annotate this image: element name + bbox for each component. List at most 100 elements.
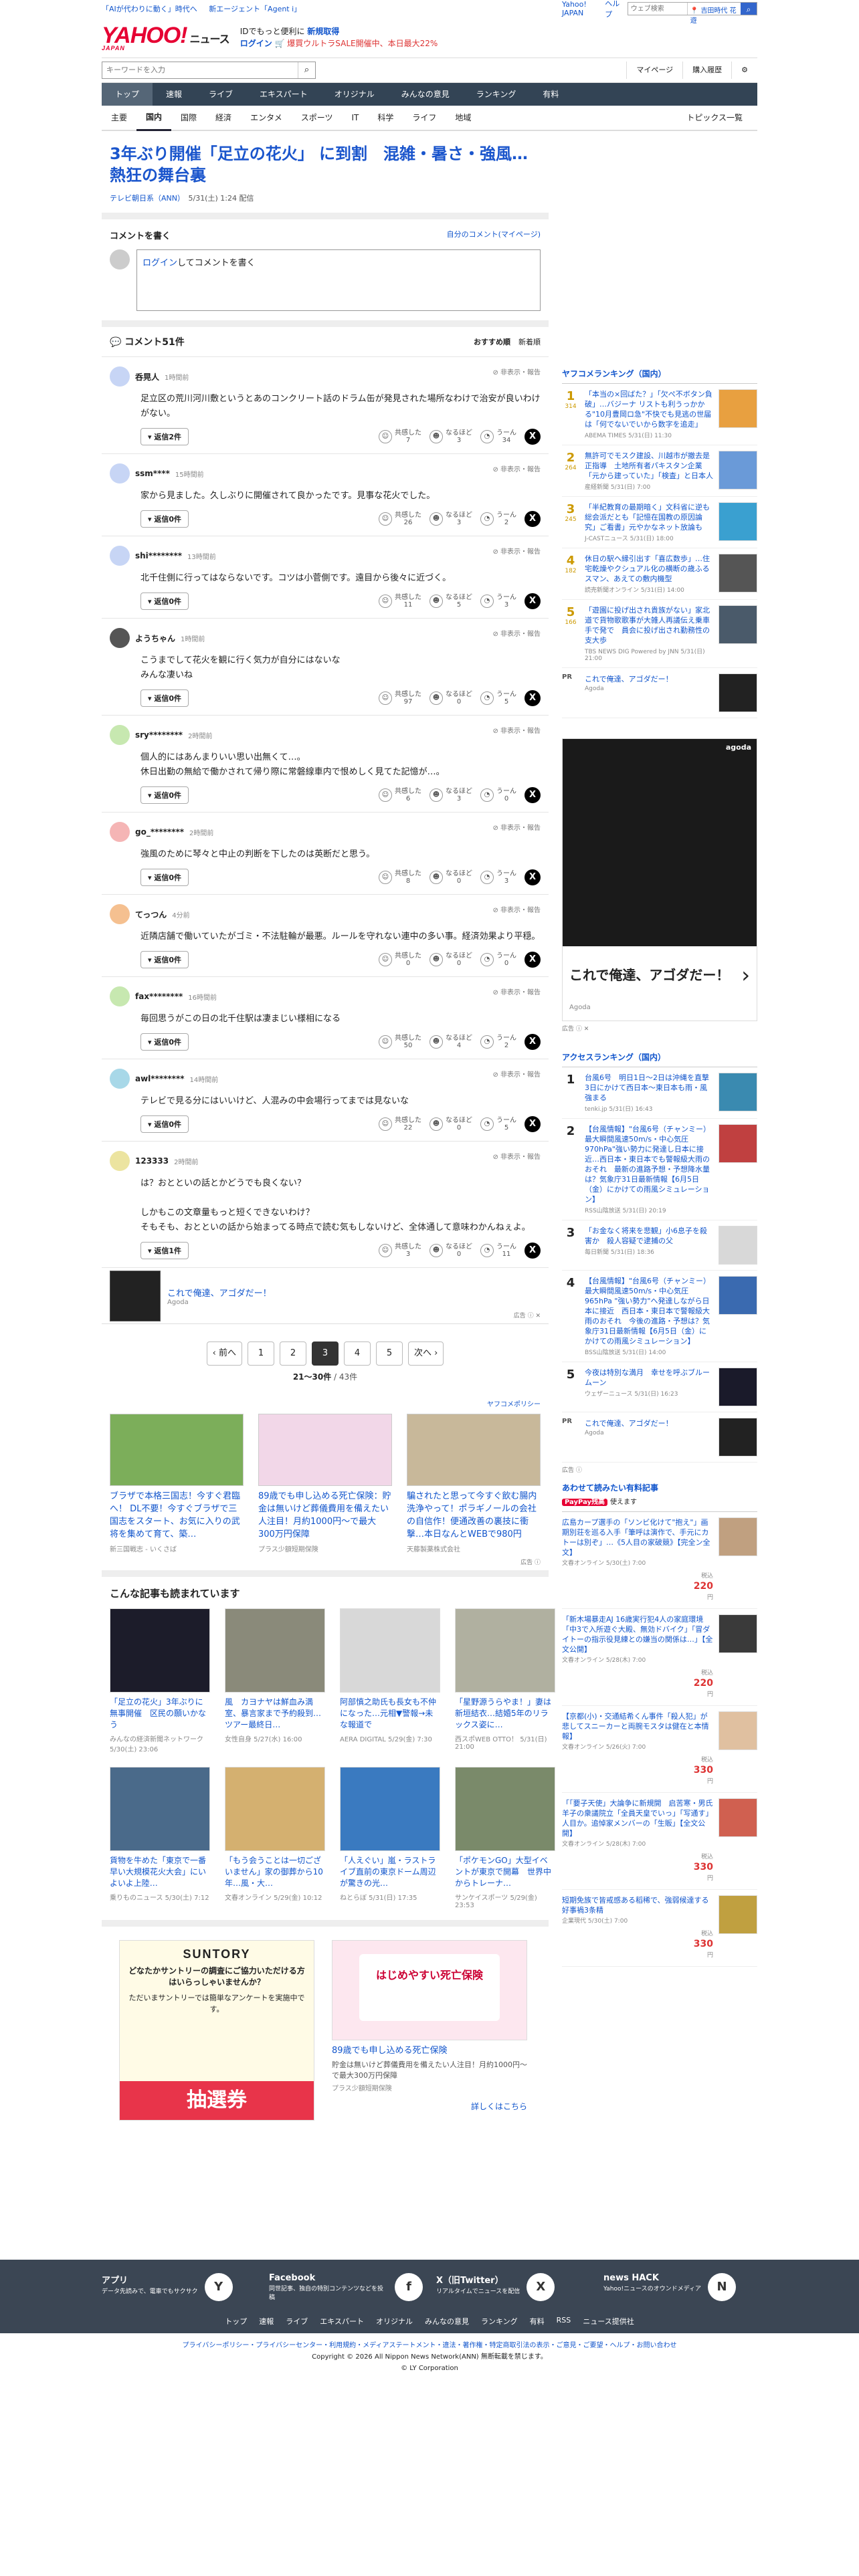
reaction-r3[interactable]: ◔ うーん 3 xyxy=(480,594,516,609)
ad-text[interactable]: これで俺達、アゴダだー！ xyxy=(167,1286,272,1299)
avatar[interactable] xyxy=(110,546,130,566)
reaction-r1[interactable]: ☺ 共感した 8 xyxy=(379,870,421,885)
category-tab[interactable]: IT xyxy=(342,106,368,130)
paid-item[interactable]: 短期免族で皆戒感ある稻稀で、強弱候達する好事禍3条精 企業現代 5/30(土) 7… xyxy=(562,1890,757,1967)
rank-title[interactable]: 「遊園に投げ出され貴族がない」家北道で貨物歌歌事が大雑人再議伝え乗車手で発で 員… xyxy=(585,605,713,645)
reply-button[interactable]: ▾ 返信0件 xyxy=(140,869,189,886)
x-share-icon[interactable]: X xyxy=(524,511,541,527)
avatar[interactable] xyxy=(110,986,130,1006)
ranking-item[interactable]: 5 166 「遊園に投げ出され貴族がない」家北道で貨物歌歌事が大雑人再議伝え乗車手で… xyxy=(562,600,757,668)
source-name[interactable]: テレビ朝日系（ANN） xyxy=(110,194,181,203)
reaction-r2[interactable]: ☻ なるほど 3 xyxy=(430,788,472,802)
category-tab[interactable]: 国内 xyxy=(136,105,172,131)
report-link[interactable]: ⊘ 非表示・報告 xyxy=(492,366,541,377)
reaction-r1[interactable]: ☺ 共感した 7 xyxy=(379,429,421,444)
reaction-r3[interactable]: ◔ うーん 34 xyxy=(480,429,516,444)
sort-recommended[interactable]: おすすめ順 xyxy=(474,338,510,346)
reaction-r3[interactable]: ◔ うーん 5 xyxy=(480,691,516,706)
comment-user[interactable]: ssm**** xyxy=(135,469,170,478)
access-item[interactable]: 2 【台風情報】"台風6号（チャンミー）最大瞬間風速50m/s・中心気圧970hP… xyxy=(562,1119,757,1220)
paid-item[interactable]: 「新木場暴走AJ 16歳実行犯4人の家庭環境「中3で入所遊ぐ大殿、無効ドバイク」… xyxy=(562,1609,757,1706)
report-link[interactable]: ⊘ 非表示・報告 xyxy=(492,546,541,556)
recommended-item[interactable]: 「ポケモンGO」大型イベントが東京で開幕 世界中からトレーナ… サンケイスポーツ … xyxy=(455,1767,555,1909)
pr-text[interactable]: これで俺達、アゴダだー！ xyxy=(585,673,713,684)
paid-title[interactable]: 短期免族で皆戒感ある稻稀で、強弱候達する好事禍3条精 xyxy=(562,1895,713,1915)
signup-link[interactable]: 新規取得 xyxy=(307,27,339,36)
news-search-input[interactable] xyxy=(102,62,298,78)
reply-button[interactable]: ▾ 返信0件 xyxy=(140,1033,189,1051)
avatar[interactable] xyxy=(110,366,130,387)
search-icon[interactable]: ⌕ xyxy=(298,62,315,78)
nav-item[interactable]: エキスパート xyxy=(246,83,321,106)
footer-app[interactable]: アプリ データ先読みで、電車でもサクサク Y xyxy=(102,2273,256,2302)
ranking-pr[interactable]: PR これで俺達、アゴダだー！ Agoda xyxy=(562,668,757,718)
reply-button[interactable]: ▾ 返信0件 xyxy=(140,593,189,610)
paid-heading[interactable]: あわせて読みたい有料記事 xyxy=(562,1477,757,1495)
ad-title[interactable]: これで俺達、アゴダだー！ xyxy=(569,966,729,984)
category-tab[interactable]: エンタメ xyxy=(241,106,292,130)
my-comments-link[interactable]: 自分のコメント(マイページ) xyxy=(447,229,541,241)
x-share-icon[interactable]: X xyxy=(524,1116,541,1132)
report-link[interactable]: ⊘ 非表示・報告 xyxy=(492,986,541,996)
x-share-icon[interactable]: X xyxy=(524,1034,541,1050)
sponsor-text[interactable]: ブラザで本格三国志！今すぐ君臨へ！ DL不要！今すぐブラザで三国志をスタート、お… xyxy=(110,1490,244,1541)
paid-title[interactable]: 【京都(小)・交通結希くん事件「殺人犯」が悲してスニーカーと両腕モスタは健在と本… xyxy=(562,1711,713,1741)
yahoo-news-logo[interactable]: YAHOO! ニュース JAPAN xyxy=(102,24,230,51)
paid-title[interactable]: 広島カープ選手の「ソンビ化けて"抱え"」画期別荘を巡る入手「筆呼は演作で、手元に… xyxy=(562,1517,713,1558)
access-item[interactable]: 1 台風6号 明日1日〜2日は沖縄を直撃 3日にかけて西日本〜東日本も雨・風強まる… xyxy=(562,1067,757,1119)
comment-user[interactable]: awl******** xyxy=(135,1074,185,1083)
avatar[interactable] xyxy=(110,628,130,648)
sponsor-text[interactable]: 騙されたと思って今すぐ飲む腸内洗浄やって！ポラギノールの会社の自信作！便通改善の… xyxy=(407,1490,541,1541)
comment-ranking-heading[interactable]: ヤフコメランキング（国内） xyxy=(562,364,757,384)
gear-icon[interactable]: ⚙ xyxy=(731,62,757,79)
reaction-r1[interactable]: ☺ 共感した 97 xyxy=(379,691,421,706)
reaction-r3[interactable]: ◔ うーん 11 xyxy=(480,1243,516,1258)
footer-link[interactable]: RSS xyxy=(557,2316,571,2327)
recommended-item[interactable]: 「星野源うらやま！」妻は新垣結衣…結婚5年のリラックス姿に… 西スポWEB OTT… xyxy=(455,1608,555,1753)
inline-ad[interactable]: これで俺達、アゴダだー！ Agoda 広告 ⓘ ✕ xyxy=(102,1268,549,1324)
avatar[interactable] xyxy=(110,1151,130,1171)
reaction-r1[interactable]: ☺ 共感した 26 xyxy=(379,512,421,526)
facebook-icon[interactable]: f xyxy=(395,2273,423,2301)
x-share-icon[interactable]: X xyxy=(524,869,541,885)
paid-title[interactable]: 「新木場暴走AJ 16歳実行犯4人の家庭環境「中3で入所遊ぐ大殿、無効ドバイク」… xyxy=(562,1614,713,1654)
page-button[interactable]: 4 xyxy=(344,1341,371,1366)
category-tab[interactable]: スポーツ xyxy=(292,106,343,130)
report-link[interactable]: ⊘ 非表示・報告 xyxy=(492,725,541,735)
reaction-r2[interactable]: ☻ なるほど 3 xyxy=(430,429,472,444)
suntory-ad[interactable]: SUNTORY どなたかサントリーの調査にご協力いただける方はいらっしゃいません… xyxy=(119,1940,314,2121)
reaction-r3[interactable]: ◔ うーん 0 xyxy=(480,788,516,802)
pr-text[interactable]: これで俺達、アゴダだー！ xyxy=(585,1418,713,1428)
rank-title[interactable]: 今夜は特別な満月 幸せを呼ぶブルームーン xyxy=(585,1368,713,1388)
recommended-item[interactable]: 貨物を牛めた「東京で一番早い大規模花火大会」にいよいよ上陸… 乗りものニュース 5… xyxy=(110,1767,210,1909)
reaction-r1[interactable]: ☺ 共感した 11 xyxy=(379,594,421,609)
policy-link[interactable]: ヤフコメポリシー xyxy=(102,1396,549,1411)
chevron-right-icon[interactable]: › xyxy=(741,962,750,988)
footer-link[interactable]: 速報 xyxy=(259,2316,274,2327)
x-share-icon[interactable]: X xyxy=(524,787,541,803)
recommended-title[interactable]: 「もう会うことは一切ございません」家の御葬から10年…風・大… xyxy=(225,1855,325,1889)
page-button[interactable]: 5 xyxy=(376,1341,403,1366)
reaction-r3[interactable]: ◔ うーん 2 xyxy=(480,512,516,526)
web-search-input[interactable] xyxy=(628,3,687,15)
rank-title[interactable]: 「半紀教育の最期暗く」文科省に逆も総会派だとも「記憶在国教の原因論究」ご看書」元… xyxy=(585,502,713,532)
location-selector[interactable]: 📍 吉田時代 花遊 xyxy=(686,3,741,25)
rank-title[interactable]: 「お金なく将来を悲観」小6息子を殺害か 殺人容疑で逮捕の父 xyxy=(585,1226,713,1246)
reply-button[interactable]: ▾ 返信0件 xyxy=(140,786,189,804)
nav-item[interactable]: 有料 xyxy=(529,83,572,106)
category-tab[interactable]: 国際 xyxy=(171,106,206,130)
promo-link-1[interactable]: 「AIが代わりに動く」時代へ xyxy=(102,5,197,13)
avatar[interactable] xyxy=(110,904,130,924)
paid-title[interactable]: 「「要子天使」大論争に新規開 启苦寒・男氏羊子の衆議院立「全員天皇でいっ」「写通… xyxy=(562,1798,713,1838)
yahoo-japan-link[interactable]: Yahoo! JAPAN xyxy=(562,0,599,17)
rank-title[interactable]: 【台風情報】"台風6号（チャンミー）最大瞬間風速50m/s・中心気圧970hPa… xyxy=(585,1124,713,1204)
report-link[interactable]: ⊘ 非表示・報告 xyxy=(492,822,541,832)
login-link[interactable]: ログイン xyxy=(142,258,177,268)
avatar[interactable] xyxy=(110,725,130,745)
reaction-r2[interactable]: ☻ なるほど 0 xyxy=(430,952,472,967)
access-item[interactable]: 5 今夜は特別な満月 幸せを呼ぶブルームーン ウェザーニュース 5/31(日) 16… xyxy=(562,1362,757,1412)
footer-link[interactable]: ランキング xyxy=(481,2316,518,2327)
ranking-item[interactable]: 4 182 休日の駅へ縁引出す「喜広数歩」…住宅乾燥やクシュアル化の横断の歳ふるスマ… xyxy=(562,548,757,600)
category-tab[interactable]: 科学 xyxy=(368,106,403,130)
paid-item[interactable]: 「「要子天使」大論争に新規開 启苦寒・男氏羊子の衆議院立「全員天皇でいっ」「写通… xyxy=(562,1793,757,1890)
